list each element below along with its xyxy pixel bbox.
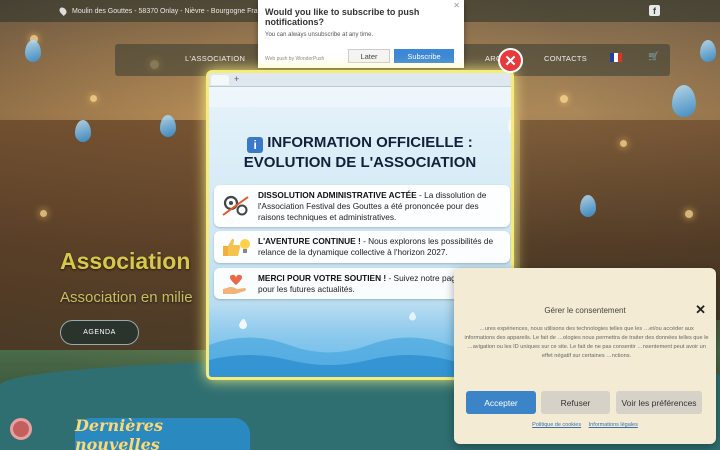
nav-item-contacts[interactable]: CONTACTS [544,54,587,63]
push-title: Would you like to subscribe to push noti… [265,7,420,27]
close-icon[interactable]: ✕ [498,48,523,73]
close-icon[interactable]: ✕ [695,302,706,318]
gears-icon [222,195,249,216]
water-drop [75,120,91,142]
address-text: Moulin des Gouttes - 58370 Onlay - Nièvr… [72,7,269,15]
water-drop [700,40,716,62]
light-bulb [620,140,627,147]
facebook-icon[interactable]: f [649,5,660,16]
water-drop [672,85,696,117]
water-drop [25,40,41,62]
push-powered-by: Web push by WonderPush [265,56,325,62]
news-heading: Dernières nouvelles [75,416,250,450]
push-description: You can always unsubscribe at any time. [265,32,374,38]
water-drop [580,195,596,217]
address-bar [209,87,511,107]
consent-title: Gérer le consentement [544,306,626,315]
close-icon[interactable]: ✕ [453,1,460,10]
heart-hand-icon [223,274,246,294]
later-button[interactable]: Later [348,49,390,63]
light-bulb [40,210,47,217]
subscribe-button[interactable]: Subscribe [394,49,454,63]
refuse-button[interactable]: Refuser [541,391,610,414]
map-pin-icon [58,6,68,16]
info-icon: i [247,137,264,153]
cookie-consent-panel: Gérer le consentement ✕ …ures expérience… [454,268,716,444]
hero-subtitle: Association en milie [60,289,193,306]
hero-title: Association [60,248,191,274]
light-bulb [560,95,568,103]
cart-icon[interactable]: 🛒 [648,51,659,62]
modal-title: i INFORMATION OFFICIELLE : EVOLUTION DE L… [243,134,477,171]
agenda-button[interactable]: AGENDA [60,320,139,345]
info-card: DISSOLUTION ADMINISTRATIVE ACTÉE - La di… [214,185,510,227]
browser-tab [211,75,229,85]
legal-info-link[interactable]: Informations légales [589,422,638,428]
consent-text: …ures expériences, nous utilisons des te… [464,326,709,359]
cookie-policy-link[interactable]: Politique de cookies [532,422,581,428]
info-card: L'AVENTURE CONTINUE ! - Nous explorons l… [214,231,510,263]
push-notification-prompt: Would you like to subscribe to push noti… [258,0,464,68]
accept-button[interactable]: Accepter [466,391,536,414]
next-arrow-icon[interactable]: › [508,118,511,134]
light-bulb [685,210,693,218]
floating-circle-button[interactable] [10,418,32,440]
fr-flag-icon[interactable] [610,53,622,62]
nav-item-association[interactable]: L'ASSOCIATION [185,54,245,63]
preferences-button[interactable]: Voir les préférences [616,391,702,414]
browser-chrome: + [209,73,511,87]
consent-links: Politique de cookies Informations légale… [454,422,716,428]
new-tab-icon: + [234,74,240,84]
light-bulb [90,95,97,102]
water-drop [160,115,176,137]
thumbs-up-bulb-icon [223,238,250,256]
